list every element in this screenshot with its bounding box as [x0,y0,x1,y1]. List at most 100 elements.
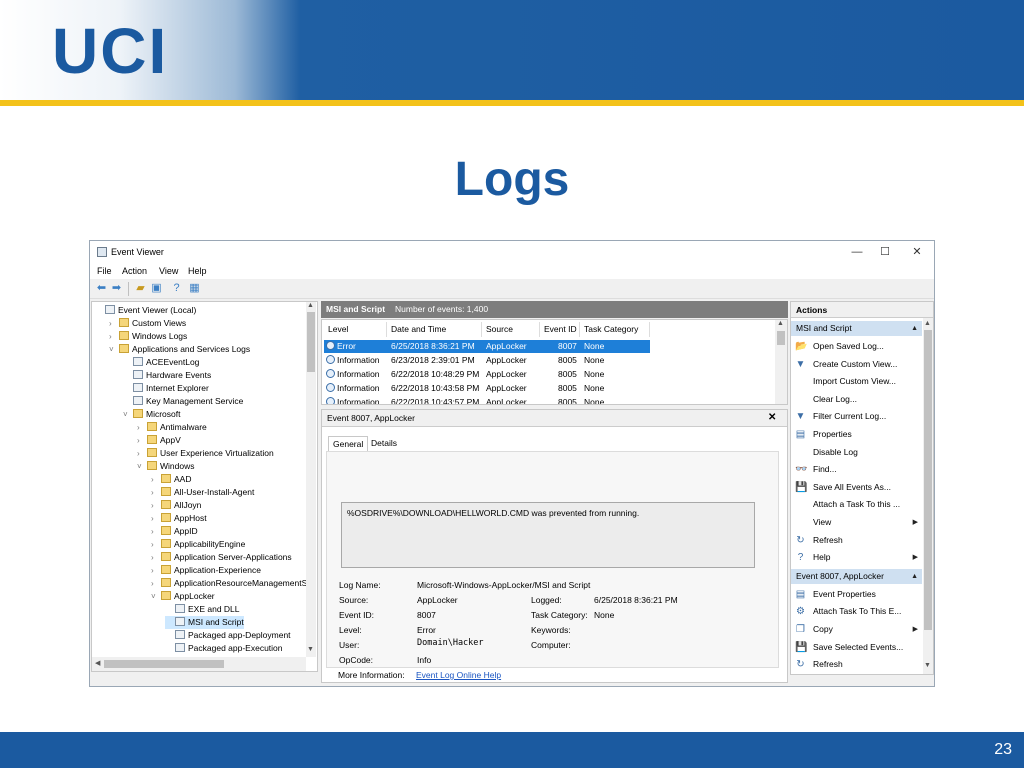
properties-icon[interactable]: ▦ [188,282,201,295]
tab-details[interactable]: Details [367,436,401,451]
chevron-right-icon[interactable]: › [137,421,145,434]
action-item[interactable]: ▤ Event Properties [791,586,922,603]
tab-general[interactable]: General [328,436,369,451]
action-item[interactable]: 💾 Save Selected Events... [791,639,922,656]
chevron-right-icon[interactable]: › [151,473,159,486]
scroll-down-icon[interactable]: ▼ [924,662,931,669]
action-item[interactable]: ? Help ▶ [791,549,922,566]
list-scroll-thumb[interactable] [777,331,785,345]
tree-item[interactable]: MSI and Script [165,616,244,629]
folder-up-icon[interactable]: ▰ [134,282,147,295]
actions-section-header[interactable]: MSI and Script ▲ [791,321,922,336]
tree-item[interactable]: › ApplicationResourceManagementSy [151,577,312,590]
tree-item[interactable]: › AppHost [151,512,207,525]
tree-item[interactable]: › AllJoyn [151,499,201,512]
tree-item[interactable]: › AppV [137,434,181,447]
scroll-up-icon[interactable]: ▲ [777,320,784,327]
panel-icon[interactable]: ▣ [150,282,163,295]
action-item[interactable]: Attach a Task To this ... [791,496,922,513]
chevron-right-icon[interactable]: › [109,330,117,343]
action-item[interactable]: View ▶ [791,514,922,531]
tree-vertical-scrollbar[interactable]: ▲ ▼ [306,302,316,657]
action-item[interactable]: ⚙ Attach Task To This E... [791,603,922,620]
close-button[interactable]: ✕ [902,244,932,260]
tree-item[interactable]: EXE and DLL [165,603,240,616]
col-header-task-category[interactable]: Task Category [580,322,650,337]
action-item[interactable]: ▼ Create Custom View... [791,356,922,373]
action-item[interactable]: ↻ Refresh [791,532,922,549]
tree-item[interactable]: › Custom Views [109,317,186,330]
tree-item[interactable]: › ApplicabilityEngine [151,538,245,551]
table-row[interactable]: Information 6/22/2018 10:48:29 PM AppLocke… [324,368,650,381]
actions-section-header[interactable]: Event 8007, AppLocker ▲ [791,568,922,584]
tree-item[interactable]: › Antimalware [137,421,207,434]
table-row[interactable]: Error 6/25/2018 8:36:21 PM AppLocker 8007 No… [324,340,650,353]
chevron-right-icon[interactable]: › [151,564,159,577]
action-item[interactable]: Clear Log... [791,391,922,408]
col-header-source[interactable]: Source [482,322,540,337]
scroll-down-icon[interactable]: ▼ [307,646,314,653]
tree-item[interactable]: Key Management Service [123,395,243,408]
action-item[interactable]: ❐ Copy ▶ [791,621,922,638]
scroll-up-icon[interactable]: ▲ [307,302,314,309]
chevron-right-icon[interactable]: › [151,538,159,551]
back-arrow-icon[interactable]: ⬅ [95,282,108,295]
actions-scroll-thumb[interactable] [924,330,932,630]
menu-file[interactable]: File [97,266,112,276]
table-row[interactable]: Information 6/22/2018 10:43:57 PM AppLocke… [324,396,650,404]
action-item[interactable]: Import Custom View... [791,373,922,390]
minimize-button[interactable]: — [842,244,872,260]
table-row[interactable]: Information 6/23/2018 2:39:01 PM AppLocker… [324,354,650,367]
table-row[interactable]: Information 6/22/2018 10:43:58 PM AppLocke… [324,382,650,395]
tree-item[interactable]: Packaged app-Execution [165,642,283,655]
chevron-right-icon[interactable]: › [137,447,145,460]
tree-item[interactable]: Hardware Events [123,369,211,382]
tree-item[interactable]: › AppID [151,525,198,538]
menu-view[interactable]: View [159,266,178,276]
scroll-up-icon[interactable]: ▲ [924,320,931,327]
chevron-down-icon[interactable]: ˅ [137,460,145,473]
chevron-right-icon[interactable]: › [109,317,117,330]
tree-item[interactable]: Event Viewer (Local) [95,304,196,317]
action-item[interactable]: ▤ Properties [791,426,922,443]
menu-help[interactable]: Help [188,266,207,276]
help-icon[interactable]: ? [170,282,183,295]
tree-hscroll-thumb[interactable] [104,660,224,668]
collapse-icon[interactable]: ▲ [911,321,918,336]
tree-item[interactable]: ˅ AppLocker [151,590,215,603]
tree-item[interactable]: ACEEventLog [123,356,199,369]
detail-close-icon[interactable]: ✕ [768,412,776,423]
action-item[interactable]: 💾 Save All Events As... [791,479,922,496]
collapse-icon[interactable]: ▲ [911,569,918,584]
chevron-down-icon[interactable]: ˅ [151,590,159,603]
action-item[interactable]: ↻ Refresh [791,656,922,673]
forward-arrow-icon[interactable]: ➡ [110,282,123,295]
list-vertical-scrollbar[interactable]: ▲ [775,320,787,404]
maximize-button[interactable]: ☐ [870,244,900,260]
action-item[interactable]: 📂 Open Saved Log... [791,338,922,355]
tree-item[interactable]: › Windows Logs [109,330,187,343]
tree-item[interactable]: › User Experience Virtualization [137,447,274,460]
col-header-event-id[interactable]: Event ID [540,322,580,337]
tree-item[interactable]: ˅ Applications and Services Logs [109,343,250,356]
chevron-right-icon[interactable]: › [151,525,159,538]
col-header-level[interactable]: Level [324,322,387,337]
chevron-right-icon[interactable]: › [151,486,159,499]
chevron-right-icon[interactable]: › [151,512,159,525]
menu-action[interactable]: Action [122,266,147,276]
chevron-right-icon[interactable]: › [151,499,159,512]
chevron-right-icon[interactable]: › [151,551,159,564]
action-item[interactable]: Disable Log [791,444,922,461]
event-log-online-help-link[interactable]: Event Log Online Help [416,670,501,680]
actions-vertical-scrollbar[interactable]: ▲ ▼ [923,318,933,674]
tree-scroll-thumb[interactable] [307,312,315,372]
tree-item[interactable]: › Application-Experience [151,564,261,577]
tree-item[interactable]: › Application Server-Applications [151,551,292,564]
tree-item[interactable]: › AAD [151,473,191,486]
action-item[interactable]: 👓 Find... [791,461,922,478]
scroll-left-icon[interactable]: ◀ [95,659,100,667]
col-header-date[interactable]: Date and Time [387,322,482,337]
chevron-down-icon[interactable]: ˅ [109,343,117,356]
tree-horizontal-scrollbar[interactable]: ◀ [92,657,306,671]
chevron-right-icon[interactable]: › [137,434,145,447]
